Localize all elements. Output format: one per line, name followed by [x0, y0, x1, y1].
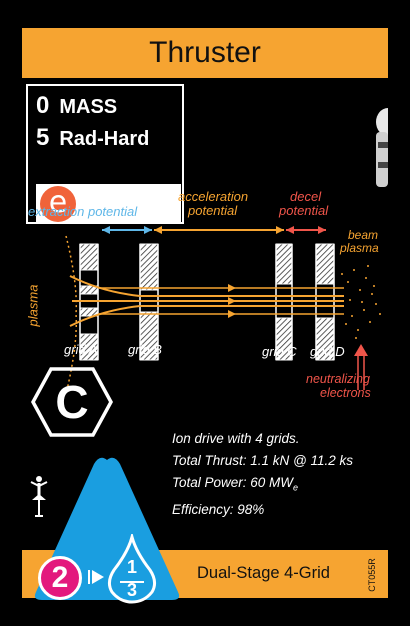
grid-a-label: grid A	[64, 342, 98, 357]
class-letter: C	[55, 376, 89, 428]
desc-line-1: Ion drive with 4 grids.	[172, 431, 300, 446]
neutralizing-label-2: electrons	[320, 386, 371, 400]
radhard-label: Rad-Hard	[59, 128, 150, 150]
fuel-value: 2	[51, 561, 69, 594]
ion-beam	[69, 275, 344, 327]
extraction-label: extraction potential	[28, 204, 138, 219]
decel-label-2: potential	[279, 203, 329, 218]
fraction-denominator: 3	[126, 580, 137, 600]
decel-label-1: decel	[290, 189, 322, 204]
grid-c-label: grid C	[262, 344, 297, 359]
acceleration-label-2: potential	[188, 203, 238, 218]
desc-line-4: Efficiency: 98%	[172, 501, 265, 517]
fraction-numerator: 1	[126, 557, 137, 577]
description: Ion drive with 4 grids. Total Thrust: 1.…	[172, 428, 353, 521]
radhard-value: 5	[36, 124, 50, 151]
mass-label: MASS	[59, 96, 118, 118]
mass-value: 0	[36, 92, 50, 119]
beam-label-1: beam	[348, 228, 379, 242]
card-code: CT055R	[367, 558, 381, 596]
desc-line-3: Total Power: 60 MWe	[172, 472, 353, 499]
decel-arrow	[286, 226, 326, 234]
card-title: Thruster	[149, 36, 261, 69]
beam-plasma-dots	[341, 265, 381, 339]
acceleration-label-1: acceleration	[178, 189, 249, 204]
card: Thruster 0 MASS 5 Rad-Hard e extraction …	[22, 28, 388, 604]
card-code-text: CT055R	[366, 558, 377, 592]
radhard-stat: 5 Rad-Hard	[36, 124, 149, 152]
acceleration-arrow	[154, 226, 284, 234]
title-bar: Thruster	[22, 28, 388, 78]
plasma-label: plasma	[25, 284, 41, 327]
grid-b-label: grid B	[128, 342, 162, 357]
neutralizing-label-1: neutralizing	[306, 372, 370, 386]
card-name: Dual-Stage 4-Grid	[197, 564, 330, 582]
desc-line-3-sub: e	[293, 482, 299, 493]
astronaut-icon	[376, 108, 388, 187]
extraction-arrow	[102, 226, 152, 234]
beam-label-2: plasma	[340, 241, 379, 255]
desc-line-3-text: Total Power: 60 MW	[172, 475, 294, 490]
stats-panel: 0 MASS 5 Rad-Hard e	[26, 84, 184, 224]
mass-stat: 0 MASS	[36, 92, 117, 120]
arrow-right-icon	[88, 570, 104, 584]
grid-d-label: grid D	[310, 344, 345, 359]
desc-line-2: Total Thrust: 1.1 kN @ 11.2 ks	[172, 453, 354, 468]
